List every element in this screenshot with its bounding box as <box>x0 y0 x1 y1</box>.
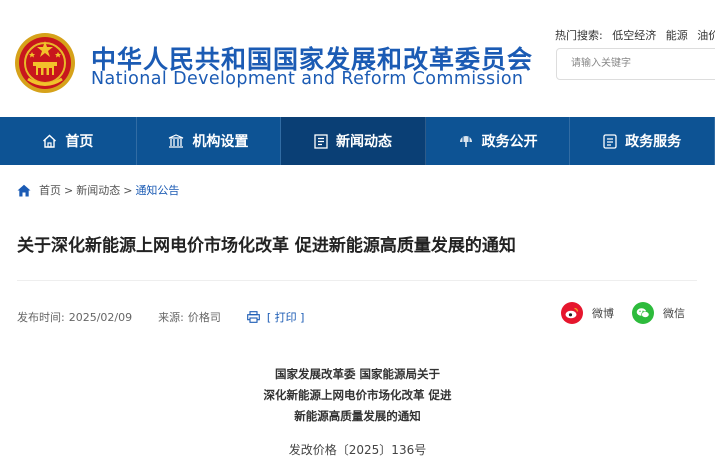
home-icon[interactable] <box>17 184 31 197</box>
nav-item-home[interactable]: 首页 <box>0 117 137 165</box>
nav-item-organization[interactable]: 机构设置 <box>137 117 282 165</box>
breadcrumb-item-home[interactable]: 首页 <box>39 182 61 198</box>
print-label: [ 打印 ] <box>266 311 305 324</box>
document-heading-line: 新能源高质量发展的通知 <box>294 409 421 423</box>
nav-item-open-gov[interactable]: 政务公开 <box>426 117 571 165</box>
share-wechat-label: 微信 <box>663 307 685 320</box>
site-header: 中华人民共和国国家发展和改革委员会 National Development a… <box>0 0 715 117</box>
breadcrumb: 首页 > 新闻动态 > 通知公告 <box>17 182 179 198</box>
home-icon <box>43 134 57 148</box>
hot-search-term[interactable]: 能源 <box>666 29 688 42</box>
share-weibo-label: 微博 <box>592 307 614 320</box>
weibo-icon <box>561 302 583 324</box>
article-title: 关于深化新能源上网电价市场化改革 促进新能源高质量发展的通知 <box>17 236 516 256</box>
article-meta: 发布时间: 2025/02/09 来源: 价格司 [ 打印 ] <box>17 309 304 325</box>
hot-search-term[interactable]: 低空经济 <box>612 29 656 42</box>
source-label: 来源: <box>158 311 184 324</box>
nav-item-news[interactable]: 新闻动态 <box>281 117 426 165</box>
document-heading-line: 深化新能源上网电价市场化改革 促进 <box>263 388 452 402</box>
source-value: 价格司 <box>187 311 221 324</box>
service-icon <box>603 133 617 149</box>
nav-item-services[interactable]: 政务服务 <box>570 117 715 165</box>
wechat-icon <box>632 302 654 324</box>
document-number: 发改价格〔2025〕136号 <box>288 443 427 457</box>
date-label: 发布时间: <box>17 311 65 324</box>
divider <box>17 280 697 281</box>
breadcrumb-item-news[interactable]: 新闻动态 <box>76 182 120 198</box>
national-emblem-icon[interactable] <box>14 32 76 94</box>
site-title-en[interactable]: National Development and Reform Commissi… <box>91 69 523 89</box>
share-wechat-button[interactable]: 微信 <box>632 302 685 324</box>
building-icon <box>169 134 184 148</box>
open-icon <box>459 136 472 147</box>
nav-label: 首页 <box>65 134 94 150</box>
nav-label: 新闻动态 <box>336 134 393 150</box>
search-input[interactable]: 请输入关键字 <box>556 48 715 80</box>
main-nav: 首页 机构设置 新闻动态 政务公开 政务服务 <box>0 117 715 165</box>
printer-icon <box>246 311 260 323</box>
nav-label: 机构设置 <box>192 134 249 150</box>
hot-search-label: 热门搜索: <box>555 29 603 42</box>
print-button[interactable]: [ 打印 ] <box>246 309 305 325</box>
hot-search-term[interactable]: 油价 <box>697 29 715 42</box>
share-weibo-button[interactable]: 微博 <box>561 302 614 324</box>
breadcrumb-separator: > <box>64 183 74 197</box>
nav-label: 政务服务 <box>625 134 682 150</box>
breadcrumb-separator: > <box>123 183 133 197</box>
breadcrumb-item-notices[interactable]: 通知公告 <box>135 182 179 198</box>
news-icon <box>314 133 328 149</box>
document-heading: 国家发展改革委 国家能源局关于 深化新能源上网电价市场化改革 促进 新能源高质量… <box>0 364 715 427</box>
publish-date: 2025/02/09 <box>68 310 133 324</box>
nav-label: 政务公开 <box>481 134 538 150</box>
hot-search: 热门搜索: 低空经济 能源 油价 <box>555 27 715 43</box>
document-heading-line: 国家发展改革委 国家能源局关于 <box>274 367 440 381</box>
